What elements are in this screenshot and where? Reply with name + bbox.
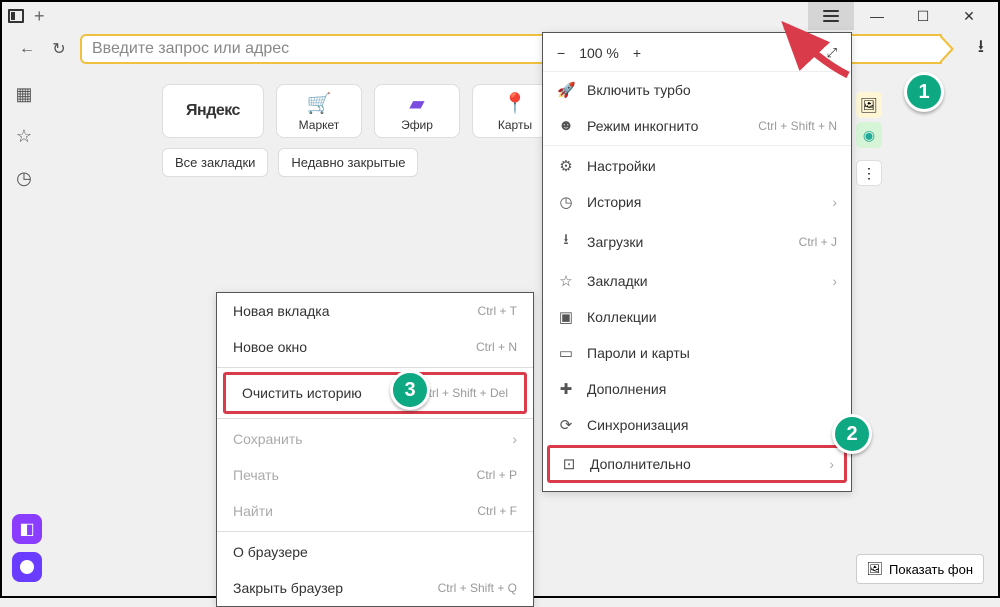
cart-icon: 🛒 [307,91,332,116]
separator [217,418,533,419]
submenu-close-browser[interactable]: Закрыть браузерCtrl + Shift + Q [217,570,533,606]
browser-window: + — ☐ ✕ ← ↻ Введите запрос или адрес ⭳ ▦… [0,0,1000,598]
speed-dial: Яндекс 🛒Маркет ▰Эфир 📍Карты [162,84,558,138]
favorites-icon[interactable]: ☆ [12,124,36,148]
tab-indicator-icon[interactable] [8,9,24,23]
submenu-clear-history[interactable]: Очистить историюCtrl + Shift + Del [223,372,527,414]
reload-button[interactable]: ↻ [48,39,70,59]
titlebar: + — ☐ ✕ [2,2,998,30]
menu-addons[interactable]: ✚Дополнения [543,371,851,407]
zoom-row: − 100 % + ⤢ [543,39,851,72]
more-submenu: Новая вкладкаCtrl + T Новое окноCtrl + N… [216,292,534,607]
left-toolbar: ▦ ☆ ◷ [12,82,36,190]
hamburger-menu-button[interactable] [808,2,854,30]
zoom-out-button[interactable]: − [557,45,565,61]
tile-overflow[interactable]: ⋮ [856,160,882,186]
zoom-value: 100 % [579,45,619,61]
alice-icon [20,560,34,574]
collection-icon: ▣ [557,308,575,326]
tile-image[interactable]: 🖼 [856,92,882,118]
tile-green[interactable]: ◉ [856,122,882,148]
menu-downloads[interactable]: ⭳ЗагрузкиCtrl + J [543,220,851,263]
history-icon[interactable]: ◷ [12,166,36,190]
chevron-right-icon: › [829,456,834,472]
submenu-about[interactable]: О браузере [217,534,533,570]
gear-icon: ⚙ [557,157,575,175]
alice-button[interactable] [12,552,42,582]
chevron-right-icon: › [512,431,517,447]
chevron-right-icon: › [832,273,837,289]
menu-collections[interactable]: ▣Коллекции [543,299,851,335]
efir-icon: ▰ [409,91,424,116]
hamburger-icon [823,10,839,22]
puzzle-icon: ✚ [557,380,575,398]
rocket-icon: 🚀 [557,81,575,99]
downloads-button[interactable]: ⭳ [978,34,984,64]
menu-passwords[interactable]: ▭Пароли и карты [543,335,851,371]
mask-icon: ☻ [557,117,575,134]
tiles-icon[interactable]: ▦ [12,82,36,106]
submenu-new-tab[interactable]: Новая вкладкаCtrl + T [217,293,533,329]
ellipsis-icon: ⊡ [560,455,578,473]
main-menu: − 100 % + ⤢ 🚀Включить турбо ☻Режим инког… [542,32,852,492]
tile-yandex[interactable]: Яндекс [162,84,264,138]
fullscreen-button[interactable]: ⤢ [827,45,837,61]
back-button[interactable]: ← [16,40,38,58]
chip-recently-closed[interactable]: Недавно закрытые [278,148,418,177]
maximize-button[interactable]: ☐ [900,2,946,30]
chip-all-bookmarks[interactable]: Все закладки [162,148,268,177]
menu-history[interactable]: ◷История› [543,184,851,220]
menu-settings[interactable]: ⚙Настройки [543,148,851,184]
chevron-right-icon: › [832,194,837,210]
minimize-button[interactable]: — [854,2,900,30]
menu-more[interactable]: ⊡Дополнительно› [547,445,847,483]
tile-market[interactable]: 🛒Маркет [276,84,362,138]
tile-efir[interactable]: ▰Эфир [374,84,460,138]
callout-1: 1 [904,72,944,112]
show-background-button[interactable]: 🖼 Показать фон [856,554,985,584]
separator [217,367,533,368]
games-icon: ◧ [19,519,34,539]
clock-icon: ◷ [557,193,575,211]
submenu-new-window[interactable]: Новое окноCtrl + N [217,329,533,365]
zoom-in-button[interactable]: + [633,45,641,61]
address-placeholder: Введите запрос или адрес [92,40,289,58]
bookmark-chips: Все закладки Недавно закрытые [162,148,418,177]
menu-incognito[interactable]: ☻Режим инкогнитоCtrl + Shift + N [543,108,851,146]
pin-icon: 📍 [503,91,528,116]
callout-2: 2 [832,414,872,454]
card-icon: ▭ [557,344,575,362]
new-tab-button[interactable]: + [34,6,45,27]
separator [217,531,533,532]
menu-sync[interactable]: ⟳Синхронизация [543,407,851,443]
menu-turbo[interactable]: 🚀Включить турбо [543,72,851,108]
picture-icon: 🖼 [867,561,884,577]
submenu-find[interactable]: НайтиCtrl + F [217,493,533,529]
close-window-button[interactable]: ✕ [946,2,992,30]
star-icon: ☆ [557,272,575,290]
submenu-print[interactable]: ПечатьCtrl + P [217,457,533,493]
submenu-save[interactable]: Сохранить› [217,421,533,457]
menu-bookmarks[interactable]: ☆Закладки› [543,263,851,299]
callout-3: 3 [390,370,430,410]
games-button[interactable]: ◧ [12,514,42,544]
sync-icon: ⟳ [557,416,575,434]
download-icon: ⭳ [557,229,575,254]
